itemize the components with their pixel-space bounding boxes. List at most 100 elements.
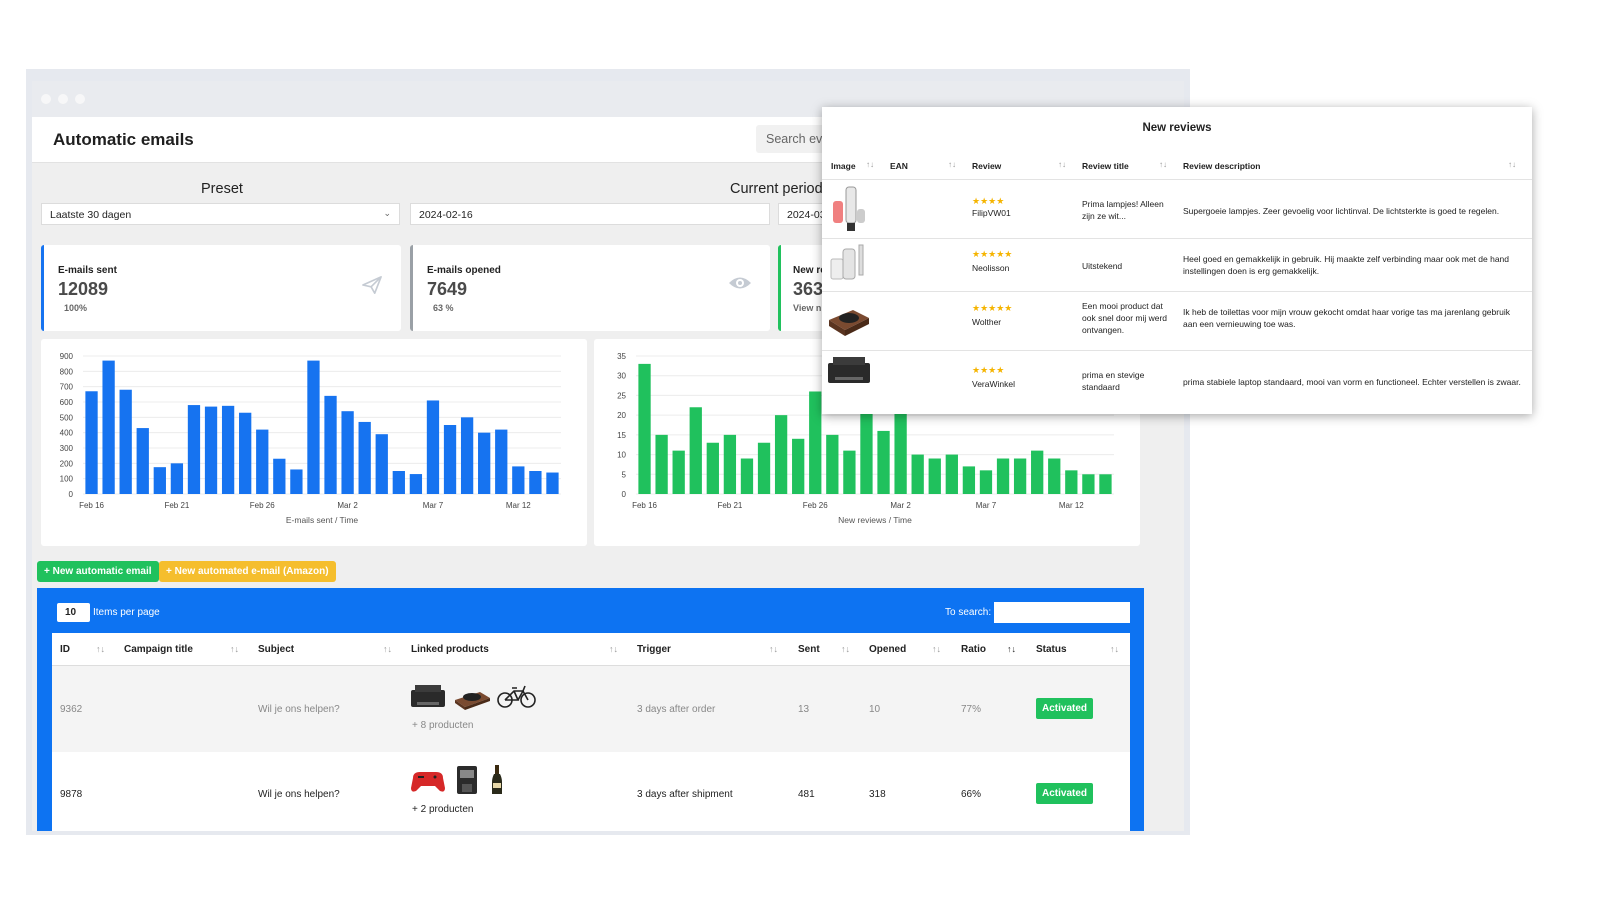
review-row[interactable]: ★★★★ FilipVW01 Prima lampjes! Alleen zij… [822,180,1532,238]
sort-icon[interactable]: ↑↓ [230,644,239,654]
items-per-page-input[interactable]: 10 [57,603,90,622]
review-row[interactable]: ★★★★ VeraWinkel prima en stevige standaa… [822,351,1532,409]
y-tick-label: 900 [60,352,74,361]
x-tick-label: Mar 12 [506,501,531,510]
table-row[interactable]: 9878 Wil je ons helpen? + 2 producten 3 … [52,752,1130,831]
table-row[interactable]: 9362 Wil je ons helpen? + 8 producten 3 … [52,666,1130,752]
col-header-linked-products[interactable]: Linked products [411,644,489,655]
sort-icon[interactable]: ↑↓ [1058,160,1066,169]
review-row[interactable]: ★★★★★ Neolisson Uitstekend Heel goed en … [822,239,1532,291]
cell-sent: 481 [798,789,815,800]
table-search-label: To search: [945,607,992,618]
window-dot-close[interactable] [41,94,51,104]
x-tick-label: Feb 21 [164,501,189,510]
x-axis-title: E-mails sent / Time [286,515,359,525]
col-header-trigger[interactable]: Trigger [637,644,671,655]
bar [443,425,457,494]
rv-col-ean[interactable]: EAN [890,161,908,171]
sort-icon[interactable]: ↑↓ [841,644,850,654]
wine-bottle-icon [492,765,502,794]
col-header-status[interactable]: Status [1036,644,1067,655]
col-header-opened[interactable]: Opened [869,644,906,655]
bar [324,395,337,494]
new-reviews-popup: New reviews Image ↑↓ EAN ↑↓ Review ↑↓ Re… [822,107,1532,414]
sort-icon[interactable]: ↑↓ [1159,160,1167,169]
cell-opened: 318 [869,789,886,800]
col-header-sent[interactable]: Sent [798,644,820,655]
cell-trigger: 3 days after shipment [637,789,733,800]
bicycle-icon [497,685,536,708]
review-title: Een mooi product dat ook snel door mij w… [1082,301,1168,335]
new-automatic-email-button[interactable]: + New automatic email [37,561,159,582]
stat-label: E-mails sent [58,265,117,276]
y-tick-label: 25 [617,391,626,400]
date-from-field[interactable]: 2024-02-16 [410,203,770,225]
bar [706,442,719,494]
rv-col-review[interactable]: Review [972,161,1001,171]
x-axis-title: New reviews / Time [838,515,912,525]
sort-icon[interactable]: ↑↓ [932,644,941,654]
bar [204,406,218,494]
more-products-label: + 8 producten [412,720,474,731]
window-dot-minimize[interactable] [58,94,68,104]
stat-card-emails-opened: E-mails opened 7649 63 % [410,245,770,331]
reviewer-name: FilipVW01 [972,208,1011,218]
bar [256,429,269,494]
sort-icon[interactable]: ↑↓ [609,644,618,654]
bar [187,405,201,494]
sort-icon[interactable]: ↑↓ [383,644,392,654]
sort-icon[interactable]: ↑↓ [769,644,778,654]
bar [757,442,771,494]
cell-subject: Wil je ons helpen? [258,789,340,800]
review-row[interactable]: ★★★★★ Wolther Een mooi product dat ook s… [822,292,1532,350]
y-tick-label: 0 [622,490,627,499]
reviews-title: New reviews [1142,122,1212,134]
cell-subject: Wil je ons helpen? [258,704,340,715]
stat-sub: 100% [64,303,88,313]
x-tick-label: Feb 26 [803,501,828,510]
bar [774,415,788,494]
y-tick-label: 300 [60,444,74,453]
y-tick-label: 400 [60,429,74,438]
cell-sent: 13 [798,704,810,715]
cell-ratio: 66% [961,789,982,800]
rv-col-review-title[interactable]: Review title [1082,161,1129,171]
status-badge[interactable]: Activated [1036,698,1094,719]
rv-col-review-description[interactable]: Review description [1183,161,1260,171]
eye-icon [728,275,752,296]
sort-icon-active[interactable]: ↑↓ [1007,644,1016,654]
sort-icon[interactable]: ↑↓ [1508,160,1516,169]
cell-id: 9878 [60,789,83,800]
coffee-machine-icon [457,766,477,794]
bar [512,466,525,494]
bar [307,360,320,494]
col-header-subject[interactable]: Subject [258,644,294,655]
bar [409,474,423,494]
bar [529,471,542,494]
bar [341,411,354,494]
window-dot-maximize[interactable] [75,94,85,104]
sort-icon[interactable]: ↑↓ [1110,644,1119,654]
rv-col-image[interactable]: Image [831,161,856,171]
sort-icon[interactable]: ↑↓ [96,644,105,654]
bar [1099,474,1112,494]
table-search-input[interactable] [994,602,1130,623]
col-header-id[interactable]: ID [60,644,70,655]
bar [655,434,668,494]
status-badge[interactable]: Activated [1036,783,1094,804]
bar [478,432,491,494]
col-header-campaign-title[interactable]: Campaign title [124,644,193,655]
bar [979,470,993,494]
stat-sub: View n [793,303,822,313]
preset-select[interactable]: Laatste 30 dagen ⌄ [41,203,400,225]
col-header-ratio[interactable]: Ratio [961,644,986,655]
y-tick-label: 30 [617,372,626,381]
bar [495,429,508,494]
x-tick-label: Feb 16 [632,501,657,510]
bar [1082,474,1095,494]
bar [740,458,754,494]
sort-icon[interactable]: ↑↓ [866,160,874,169]
new-amazon-email-button[interactable]: + New automated e-mail (Amazon) [159,561,336,582]
sort-icon[interactable]: ↑↓ [948,160,956,169]
bar [85,391,98,494]
